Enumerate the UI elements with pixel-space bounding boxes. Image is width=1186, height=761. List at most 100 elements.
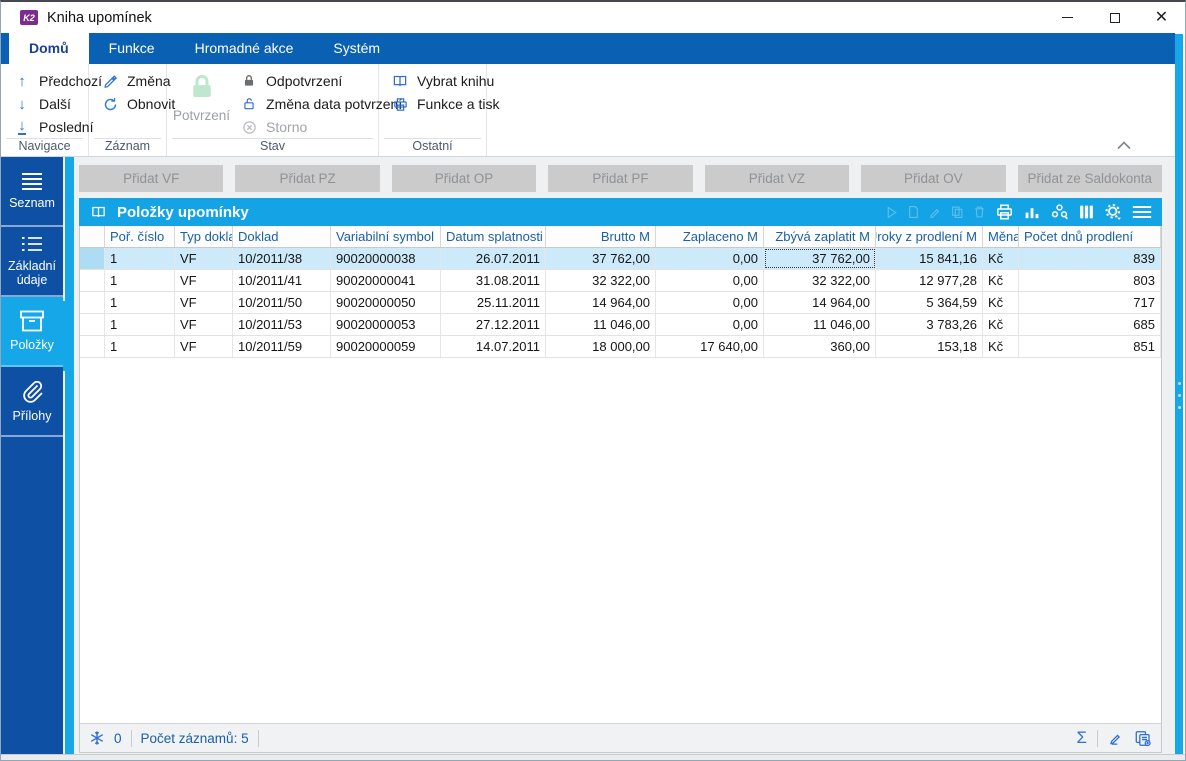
table-cell[interactable]: 0,00 xyxy=(656,292,764,313)
table-cell[interactable]: 1 xyxy=(105,314,175,335)
add-button[interactable]: Přidat ze Saldokonta xyxy=(1017,165,1162,192)
add-button[interactable]: Přidat OV xyxy=(861,165,1006,192)
table-cell[interactable]: 5 364,59 xyxy=(876,292,983,313)
grouping-icon[interactable] xyxy=(1050,203,1069,221)
last-record-button[interactable]: ↓ Poslední xyxy=(7,116,93,138)
column-header[interactable]: Variabilní symbol xyxy=(331,226,441,247)
column-header[interactable]: Typ dokladu xyxy=(175,226,233,247)
table-cell[interactable]: 803 xyxy=(1019,270,1161,291)
table-cell[interactable]: 27.12.2011 xyxy=(441,314,546,335)
table-cell[interactable]: 10/2011/50 xyxy=(233,292,331,313)
table-cell[interactable]: 12 977,28 xyxy=(876,270,983,291)
column-header[interactable]: Zaplaceno M xyxy=(656,226,764,247)
tab-hromadné-akce[interactable]: Hromadné akce xyxy=(175,33,314,64)
tab-funkce[interactable]: Funkce xyxy=(89,33,175,64)
sidebar-item-seznam[interactable]: Seznam xyxy=(1,157,63,227)
add-button[interactable]: Přidat PZ xyxy=(235,165,380,192)
table-cell[interactable]: Kč xyxy=(983,336,1019,357)
right-splitter[interactable] xyxy=(1175,34,1183,757)
table-cell[interactable]: 31.08.2011 xyxy=(441,270,546,291)
column-header[interactable]: Brutto M xyxy=(546,226,656,247)
column-header[interactable]: Datum splatnosti xyxy=(441,226,546,247)
close-button[interactable]: ✕ xyxy=(1138,2,1185,33)
next-record-button[interactable]: ↓ Další xyxy=(7,93,84,115)
table-cell[interactable]: 11 046,00 xyxy=(546,314,656,335)
column-header[interactable]: Úroky z prodlení M xyxy=(876,226,983,247)
table-cell[interactable]: 26.07.2011 xyxy=(441,248,546,269)
table-cell[interactable]: 3 783,26 xyxy=(876,314,983,335)
play-icon[interactable] xyxy=(885,206,898,219)
table-cell[interactable]: VF xyxy=(175,270,233,291)
ribbon-collapse-button[interactable] xyxy=(1117,141,1131,150)
column-header[interactable]: Zbývá zaplatit M xyxy=(764,226,876,247)
refresh-button[interactable]: Obnovit xyxy=(95,93,175,115)
table-cell[interactable]: Kč xyxy=(983,314,1019,335)
table-cell[interactable]: 0,00 xyxy=(656,270,764,291)
add-button[interactable]: Přidat VF xyxy=(79,165,224,192)
tab-systém[interactable]: Systém xyxy=(313,33,400,64)
table-cell[interactable]: 0,00 xyxy=(656,314,764,335)
table-cell[interactable]: 839 xyxy=(1019,248,1161,269)
table-cell[interactable]: 90020000041 xyxy=(331,270,441,291)
menu-icon[interactable] xyxy=(1132,205,1152,219)
table-cell[interactable]: 14 964,00 xyxy=(546,292,656,313)
copy-icon[interactable] xyxy=(951,205,964,219)
column-header[interactable]: Počet dnů prodlení xyxy=(1019,226,1161,247)
previous-record-button[interactable]: ↑ Předchozí xyxy=(7,70,102,92)
table-cell[interactable]: 717 xyxy=(1019,292,1161,313)
table-cell[interactable]: 15 841,16 xyxy=(876,248,983,269)
add-record-list-icon[interactable] xyxy=(1134,730,1152,747)
delete-icon[interactable] xyxy=(973,205,986,219)
row-marker-cell[interactable] xyxy=(80,336,105,357)
tab-domů[interactable]: Domů xyxy=(9,33,89,64)
column-header[interactable]: Poř. číslo xyxy=(105,226,175,247)
columns-icon[interactable] xyxy=(1078,203,1095,221)
table-cell[interactable]: 90020000050 xyxy=(331,292,441,313)
row-marker-cell[interactable] xyxy=(80,314,105,335)
table-cell[interactable]: Kč xyxy=(983,292,1019,313)
add-button[interactable]: Přidat PF xyxy=(548,165,693,192)
table-cell[interactable]: 14.07.2011 xyxy=(441,336,546,357)
table-cell[interactable]: 18 000,00 xyxy=(546,336,656,357)
table-cell[interactable]: 10/2011/38 xyxy=(233,248,331,269)
table-cell[interactable]: 10/2011/53 xyxy=(233,314,331,335)
minimize-button[interactable] xyxy=(1044,2,1091,33)
left-splitter[interactable] xyxy=(65,157,74,757)
table-cell[interactable]: 153,18 xyxy=(876,336,983,357)
table-cell[interactable]: 32 322,00 xyxy=(764,270,876,291)
table-cell[interactable]: VF xyxy=(175,336,233,357)
table-cell[interactable]: 32 322,00 xyxy=(546,270,656,291)
settings-gear-icon[interactable] xyxy=(1104,203,1123,221)
row-marker-cell[interactable] xyxy=(80,292,105,313)
print-icon[interactable] xyxy=(995,203,1014,221)
row-marker-cell[interactable] xyxy=(80,270,105,291)
table-cell[interactable]: 10/2011/59 xyxy=(233,336,331,357)
table-cell[interactable]: 25.11.2011 xyxy=(441,292,546,313)
table-cell[interactable]: Kč xyxy=(983,248,1019,269)
edit-icon[interactable] xyxy=(929,206,942,219)
column-header[interactable]: Měna xyxy=(983,226,1019,247)
sidebar-item-polozky[interactable]: Položky xyxy=(1,297,63,367)
table-cell[interactable]: 90020000059 xyxy=(331,336,441,357)
table-cell[interactable]: 37 762,00 xyxy=(546,248,656,269)
chart-icon[interactable] xyxy=(1023,204,1041,221)
table-cell[interactable]: VF xyxy=(175,314,233,335)
table-cell[interactable]: VF xyxy=(175,292,233,313)
table-cell[interactable]: 14 964,00 xyxy=(764,292,876,313)
table-cell[interactable]: 1 xyxy=(105,248,175,269)
sidebar-item-zakladni-udaje[interactable]: Základní údaje xyxy=(1,227,63,297)
row-marker-cell[interactable] xyxy=(80,248,105,269)
table-cell[interactable]: 11 046,00 xyxy=(764,314,876,335)
table-cell[interactable]: 10/2011/41 xyxy=(233,270,331,291)
table-cell[interactable]: 851 xyxy=(1019,336,1161,357)
add-button[interactable]: Přidat VZ xyxy=(704,165,850,192)
sidebar-item-prilohy[interactable]: Přílohy xyxy=(1,367,63,437)
edit-icon[interactable] xyxy=(1108,731,1124,746)
table-cell[interactable]: 37 762,00 xyxy=(764,248,876,269)
maximize-button[interactable] xyxy=(1091,2,1138,33)
select-book-button[interactable]: Vybrat knihu xyxy=(385,70,494,92)
table-cell[interactable]: 17 640,00 xyxy=(656,336,764,357)
table-cell[interactable]: 0,00 xyxy=(656,248,764,269)
table-cell[interactable]: 90020000053 xyxy=(331,314,441,335)
table-cell[interactable]: Kč xyxy=(983,270,1019,291)
